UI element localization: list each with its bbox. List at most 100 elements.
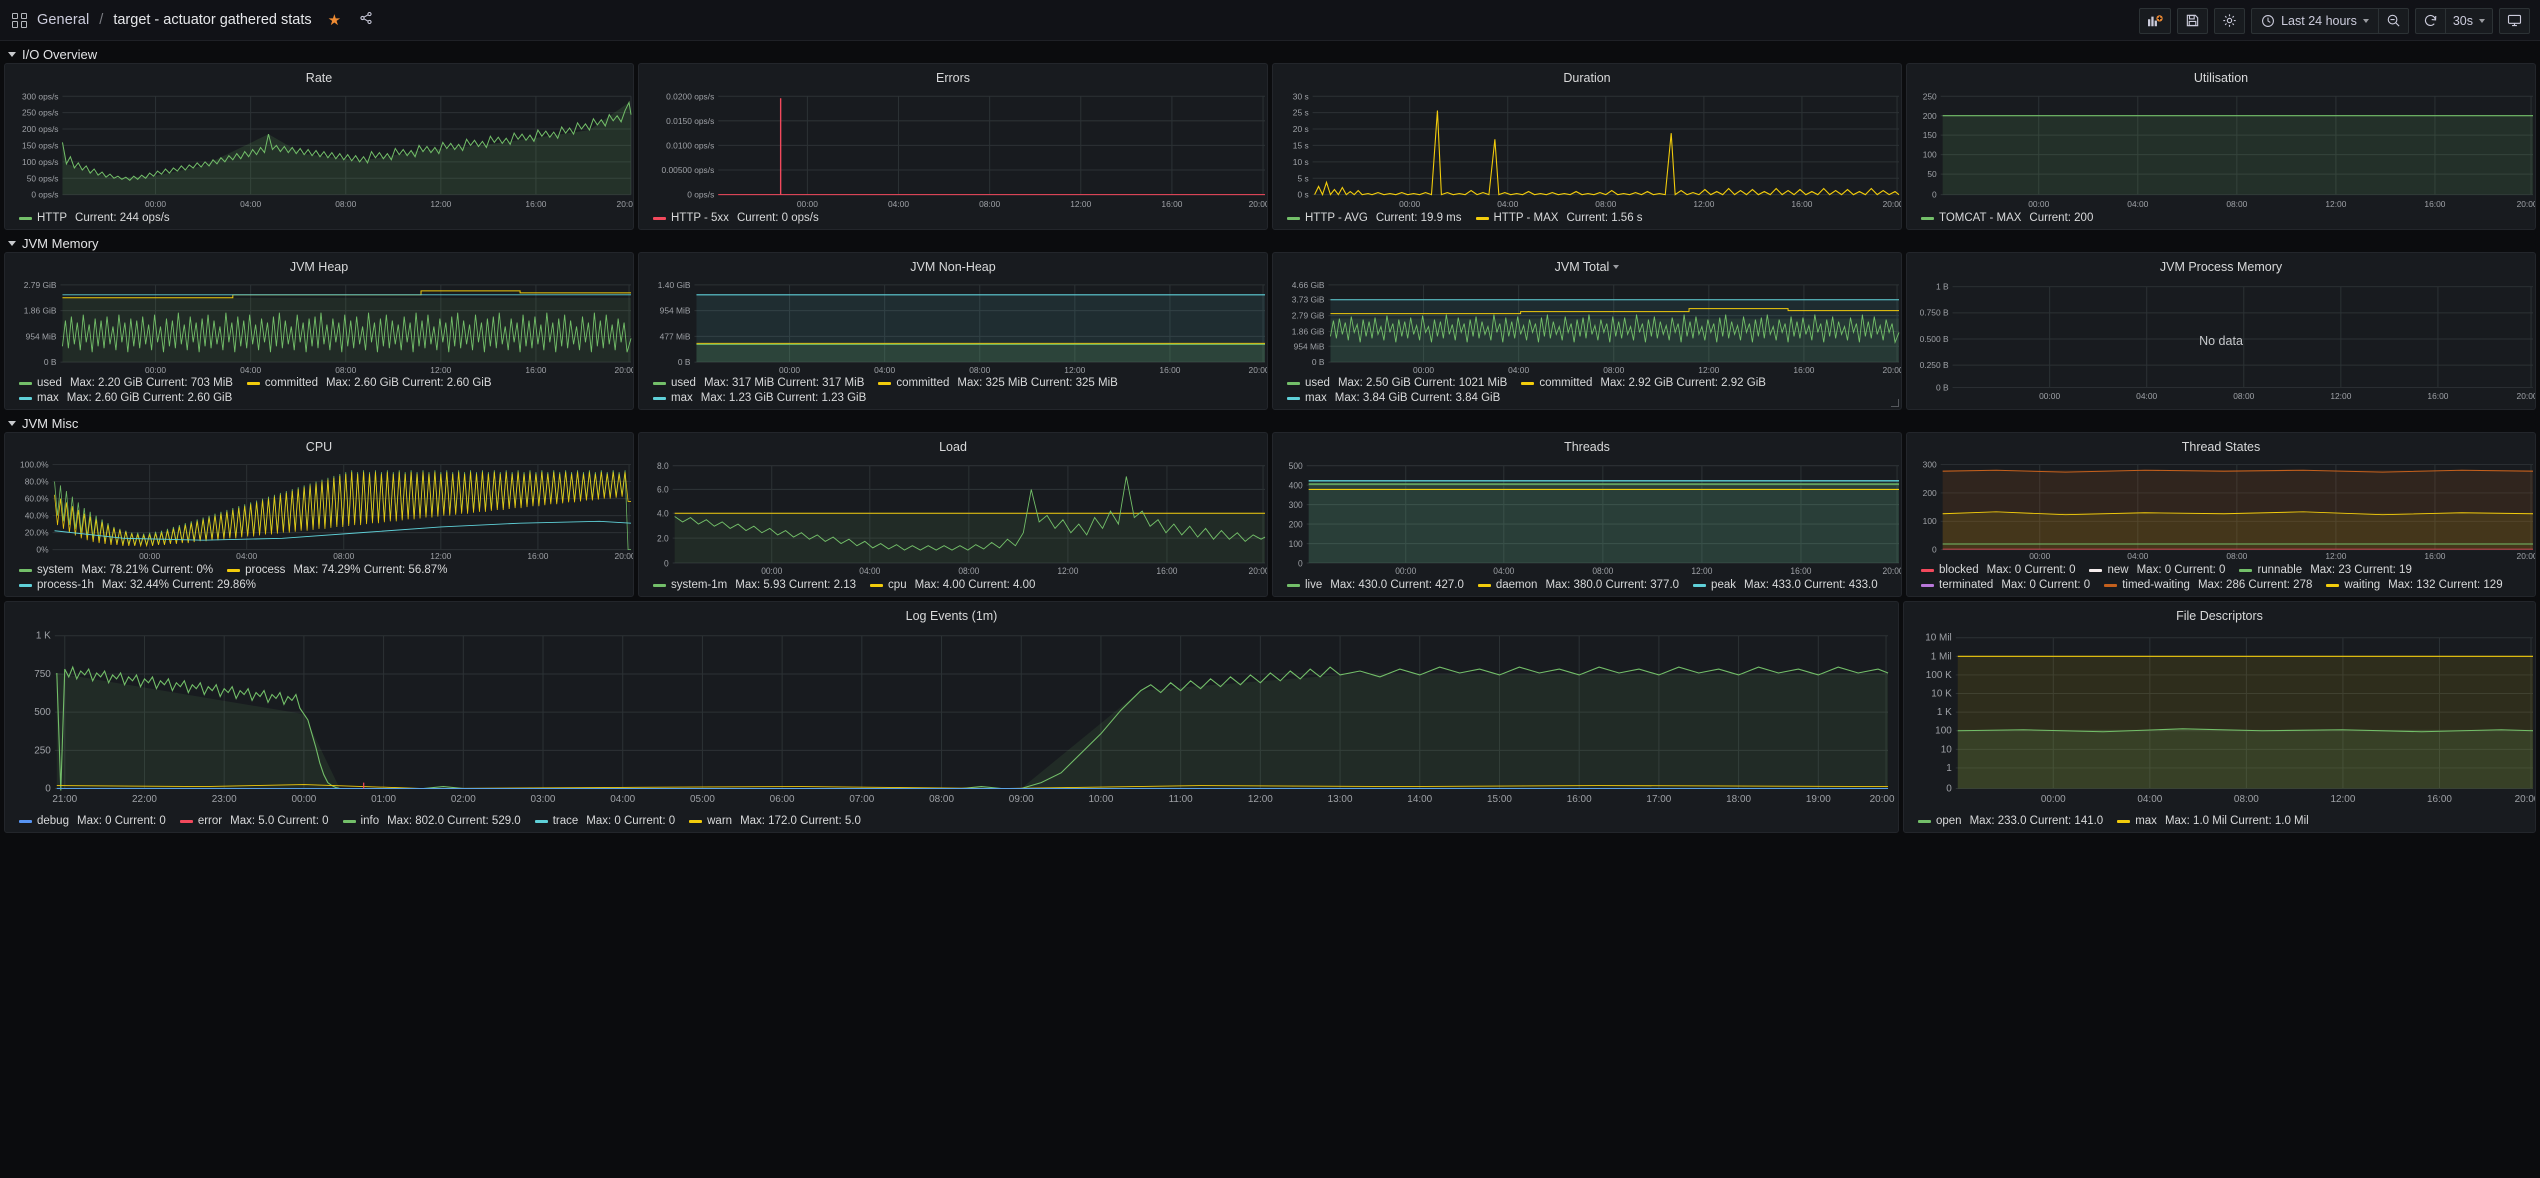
panel-thread-states[interactable]: Thread States 300 200 100 0 00:00 04:00 … [1906, 432, 2536, 597]
svg-text:0.0100 ops/s: 0.0100 ops/s [666, 140, 714, 150]
legend-item[interactable]: HTTP - AVG Current: 19.9 ms [1287, 212, 1462, 224]
panel-plot-area[interactable]: 300 ops/s 250 ops/s 200 ops/s 150 ops/s 10… [5, 88, 633, 209]
panel-plot-area[interactable]: 4.66 GiB 3.73 GiB 2.79 GiB 1.86 GiB 954 MiB… [1273, 277, 1901, 374]
add-panel-button[interactable] [2139, 7, 2172, 34]
legend-item[interactable]: warn Max: 172.0 Current: 5.0 [689, 815, 861, 827]
panel-cpu[interactable]: CPU 100.0% 80.0% 60.0% 40.0% 20.0% 0% 00… [4, 432, 634, 597]
legend-item[interactable]: used Max: 2.50 GiB Current: 1021 MiB [1287, 377, 1507, 389]
legend-item[interactable]: info Max: 802.0 Current: 529.0 [342, 815, 521, 827]
legend-color-swatch [2117, 819, 2131, 823]
legend-item[interactable]: runnable Max: 23 Current: 19 [2239, 564, 2412, 576]
row-header-jvm-misc[interactable]: JVM Misc [0, 414, 2540, 432]
legend-item[interactable]: system Max: 78.21% Current: 0% [19, 564, 213, 576]
dashboards-grid-icon[interactable] [12, 12, 27, 28]
legend-item[interactable]: process Max: 74.29% Current: 56.87% [227, 564, 447, 576]
panel-plot-area[interactable]: 30 s 25 s 20 s 15 s 10 s 5 s 0 s 00:00 04:00 0… [1273, 88, 1901, 209]
row-header-jvm-memory[interactable]: JVM Memory [0, 234, 2540, 252]
legend-series-name: used [1305, 377, 1330, 389]
panel-resize-handle[interactable] [1891, 399, 1899, 407]
legend-item[interactable]: open Max: 233.0 Current: 141.0 [1918, 815, 2103, 827]
panel-load[interactable]: Load 8.0 6.0 4.0 2.0 0 00:00 04:00 08:00… [638, 432, 1268, 597]
legend-series-stats: Max: 1.23 GiB Current: 1.23 GiB [700, 392, 867, 404]
dashboard-settings-button[interactable] [2214, 7, 2246, 34]
legend-series-name: HTTP - MAX [1493, 212, 1559, 224]
legend-item[interactable]: blocked Max: 0 Current: 0 [1921, 564, 2075, 576]
legend-item[interactable]: max Max: 2.60 GiB Current: 2.60 GiB [19, 392, 625, 404]
tv-mode-button[interactable] [2499, 7, 2530, 34]
legend-item[interactable]: committed Max: 2.60 GiB Current: 2.60 Gi… [246, 377, 492, 389]
legend-item[interactable]: process-1h Max: 32.44% Current: 29.86% [19, 579, 625, 591]
legend-item[interactable]: used Max: 2.20 GiB Current: 703 MiB [19, 377, 233, 389]
svg-text:00:00: 00:00 [145, 365, 166, 374]
panel-log-events[interactable]: Log Events (1m) 1 K 750 500 250 0 21:00 … [4, 601, 1899, 833]
svg-text:20:00: 20:00 [1870, 794, 1895, 805]
legend-item[interactable]: max Max: 1.23 GiB Current: 1.23 GiB [653, 392, 1259, 404]
panel-errors[interactable]: Errors 0.0200 ops/s 0.0150 ops/s 0.0100 o… [638, 63, 1268, 230]
legend-item[interactable]: committed Max: 325 MiB Current: 325 MiB [878, 377, 1118, 389]
share-icon[interactable] [359, 11, 373, 30]
legend-item[interactable]: peak Max: 433.0 Current: 433.0 [1693, 579, 1878, 591]
panel-plot-area[interactable]: 300 200 100 0 00:00 04:00 08:00 12:00 16:00 20… [1907, 457, 2535, 561]
legend-item[interactable]: new Max: 0 Current: 0 [2089, 564, 2225, 576]
favorite-star-icon[interactable]: ★ [328, 11, 341, 29]
svg-text:30 s: 30 s [1293, 91, 1309, 101]
svg-text:20:00: 20:00 [615, 552, 633, 561]
panel-plot-area[interactable]: 10 Mil 1 Mil 100 K 10 K1 K 100 10 1 0 00:00 04… [1904, 626, 2535, 812]
legend-item[interactable]: max Max: 1.0 Mil Current: 1.0 Mil [2117, 815, 2309, 827]
save-dashboard-button[interactable] [2177, 7, 2209, 34]
legend-item[interactable]: max Max: 3.84 GiB Current: 3.84 GiB [1287, 392, 1893, 404]
panel-rate[interactable]: Rate 300 ops/s 250 ops/s 200 ops/s 150 o… [4, 63, 634, 230]
panel-plot-area[interactable]: 2.79 GiB 1.86 GiB 954 MiB 0 B 00:00 04:00 08… [5, 277, 633, 374]
legend-series-stats: Max: 433.0 Current: 433.0 [1743, 579, 1878, 591]
panel-plot-area[interactable]: 1 B 0.750 B 0.500 B 0.250 B0 B 00:00 04:00 0… [1907, 277, 2535, 401]
legend-series-stats: Max: 233.0 Current: 141.0 [1969, 815, 2104, 827]
panel-plot-area[interactable]: 100.0% 80.0% 60.0% 40.0% 20.0% 0% 00:00 04:00… [5, 457, 633, 561]
panel-threads[interactable]: Threads 500 400 300 200 100 0 00:00 04:0… [1272, 432, 1902, 597]
legend-series-name: cpu [888, 579, 907, 591]
refresh-button[interactable] [2414, 7, 2445, 34]
legend-item[interactable]: HTTP - 5xx Current: 0 ops/s [653, 212, 819, 224]
panel-plot-area[interactable]: 1 K 750 500 250 0 21:00 22:00 23:00 00:00 01:0… [5, 626, 1898, 812]
legend-item[interactable]: trace Max: 0 Current: 0 [534, 815, 675, 827]
panel-file-descriptors[interactable]: File Descriptors 10 Mil 1 Mil 100 K 10 K… [1903, 601, 2536, 833]
panel-jvm-total[interactable]: JVM Total 4.66 GiB 3.73 GiB 2.79 GiB 1.8… [1272, 252, 1902, 410]
legend-item[interactable]: HTTP Current: 244 ops/s [19, 212, 170, 224]
legend-item[interactable]: timed-waiting Max: 286 Current: 278 [2104, 579, 2312, 591]
panel-plot-area[interactable]: 500 400 300 200 100 0 00:00 04:00 08:00 12:00 1… [1273, 457, 1901, 576]
panel-duration[interactable]: Duration 30 s 25 s 20 s 15 s 10 s5 s 0 s… [1272, 63, 1902, 230]
legend-item[interactable]: daemon Max: 380.0 Current: 377.0 [1477, 579, 1679, 591]
panel-jvm-non-heap[interactable]: JVM Non-Heap 1.40 GiB 954 MiB 477 MiB 0 B [638, 252, 1268, 410]
chevron-down-icon[interactable] [1613, 264, 1620, 269]
legend-item[interactable]: system-1m Max: 5.93 Current: 2.13 [653, 579, 856, 591]
legend-item[interactable]: committed Max: 2.92 GiB Current: 2.92 Gi… [1521, 377, 1766, 389]
legend-item[interactable]: cpu Max: 4.00 Current: 4.00 [870, 579, 1035, 591]
panel-plot-area[interactable]: 8.0 6.0 4.0 2.0 0 00:00 04:00 08:00 12:00 16:0… [639, 457, 1267, 576]
panel-plot-area[interactable]: 250 200 150 100 50 0 00:00 04:00 08:00 12:00 16… [1907, 88, 2535, 209]
panel-jvm-process-memory[interactable]: JVM Process Memory 1 B 0.750 B 0.500 B 0.2… [1906, 252, 2536, 410]
refresh-interval-picker[interactable]: 30s [2444, 7, 2493, 34]
svg-text:20:00: 20:00 [1249, 199, 1267, 209]
panel-jvm-heap[interactable]: JVM Heap 2.79 GiB 1.86 GiB 954 MiB 0 B 0… [4, 252, 634, 410]
legend-item[interactable]: TOMCAT - MAX Current: 200 [1921, 212, 2093, 224]
panel-row-logs: Log Events (1m) 1 K 750 500 250 0 21:00 … [0, 601, 2540, 833]
legend-series-stats: Max: 286 Current: 278 [2197, 579, 2313, 591]
panel-utilisation[interactable]: Utilisation 250 200 150 100 50 0 00:00 0… [1906, 63, 2536, 230]
legend-item[interactable]: HTTP - MAX Current: 1.56 s [1475, 212, 1643, 224]
legend-item[interactable]: waiting Max: 132 Current: 129 [2326, 579, 2503, 591]
zoom-out-button[interactable] [2377, 7, 2409, 34]
svg-text:20 s: 20 s [1293, 124, 1309, 134]
panel-plot-area[interactable]: 1.40 GiB 954 MiB 477 MiB 0 B 00:00 04:00 08:… [639, 277, 1267, 374]
svg-text:0: 0 [664, 558, 669, 568]
time-range-picker[interactable]: Last 24 hours [2251, 7, 2378, 34]
breadcrumb-folder[interactable]: General [37, 12, 89, 28]
legend-item[interactable]: terminated Max: 0 Current: 0 [1921, 579, 2090, 591]
legend-item[interactable]: debug Max: 0 Current: 0 [19, 815, 166, 827]
panel-plot-area[interactable]: 0.0200 ops/s 0.0150 ops/s 0.0100 ops/s 0.0… [639, 88, 1267, 209]
legend-item[interactable]: error Max: 5.0 Current: 0 [179, 815, 329, 827]
svg-text:16:00: 16:00 [2424, 552, 2445, 561]
panel-title[interactable]: JVM Total [1273, 253, 1901, 277]
legend-item[interactable]: live Max: 430.0 Current: 427.0 [1287, 579, 1464, 591]
row-header-io-overview[interactable]: I/O Overview [0, 45, 2540, 63]
legend-series-stats: Max: 5.0 Current: 0 [230, 815, 329, 827]
legend-item[interactable]: used Max: 317 MiB Current: 317 MiB [653, 377, 864, 389]
